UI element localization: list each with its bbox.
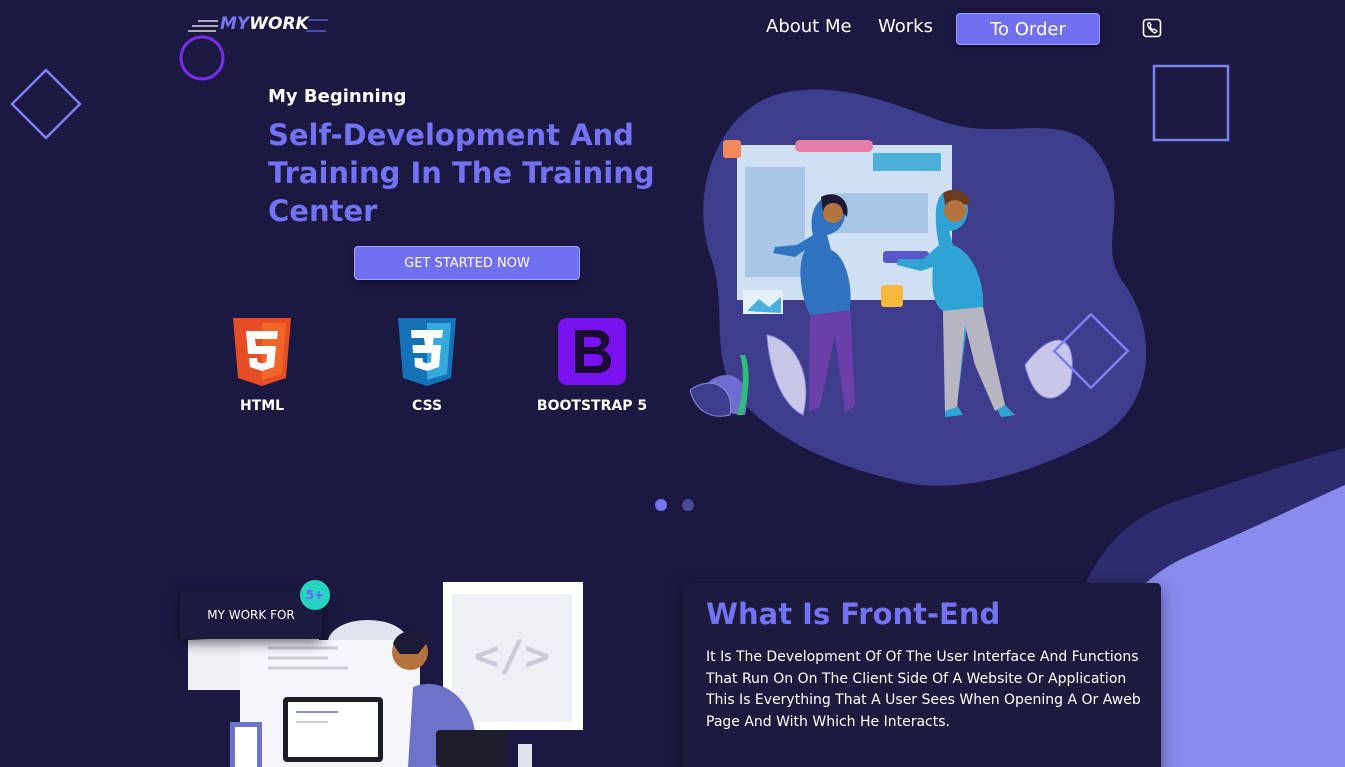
logo[interactable]: MYWORK (188, 14, 333, 38)
css3-icon (398, 318, 456, 386)
tech-label-html: HTML (239, 398, 285, 414)
tech-label-bootstrap: BOOTSTRAP 5 (536, 398, 648, 414)
carousel-dot-2[interactable] (682, 499, 694, 511)
logo-speed-lines-icon (188, 20, 218, 32)
html5-icon (233, 318, 291, 386)
nav-works[interactable]: Works (878, 16, 933, 37)
work-count-badge: 5+ (300, 580, 330, 610)
decor-circle (179, 35, 225, 81)
hero-eyebrow: My Beginning (268, 86, 407, 107)
logo-text: MYWORK (220, 14, 309, 34)
logo-bars-icon (306, 19, 328, 32)
decor-diamond-left (10, 68, 82, 140)
nav-about-me[interactable]: About Me (766, 16, 852, 37)
logo-work: WORK (249, 14, 309, 34)
bootstrap-icon (558, 318, 626, 385)
phone-icon[interactable] (1142, 18, 1162, 38)
tech-label-css: CSS (411, 398, 443, 414)
info-body: It Is The Development Of Of The User Int… (706, 649, 1141, 730)
info-title: What Is Front-End (706, 597, 1001, 631)
to-order-button[interactable]: To Order (956, 13, 1100, 45)
front-end-info-card: What Is Front-End It Is The Development … (683, 583, 1161, 767)
get-started-button[interactable]: GET STARTED NOW (354, 246, 580, 280)
hero-title: Self-Development And Training In The Tra… (268, 118, 655, 228)
svg-text:</>: </> (474, 631, 550, 680)
logo-my: MY (220, 14, 250, 34)
carousel-dot-1[interactable] (655, 499, 667, 511)
hero-illustration (689, 89, 1147, 486)
